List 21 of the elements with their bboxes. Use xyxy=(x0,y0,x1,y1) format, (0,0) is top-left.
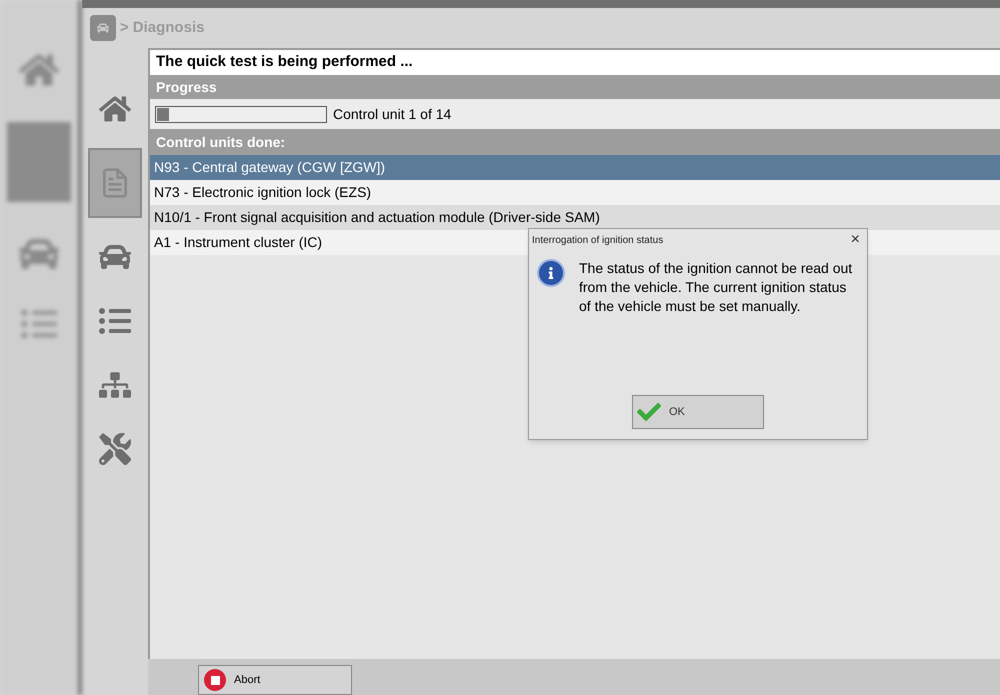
abort-button[interactable]: Abort xyxy=(198,665,352,695)
tools-icon xyxy=(99,433,131,465)
panel-title: The quick test is being performed ... xyxy=(150,50,1000,75)
app-logo-icon xyxy=(90,15,116,41)
info-icon xyxy=(537,259,565,287)
breadcrumb-separator: > xyxy=(120,18,129,38)
dialog-message: The status of the ignition cannot be read out from the vehicle. The current ignition status of the vehicle must be set manually. xyxy=(579,259,854,316)
tree-icon xyxy=(99,369,131,401)
close-button[interactable]: × xyxy=(846,232,864,248)
dialog-title: Interrogation of ignition status xyxy=(532,234,664,248)
control-unit-row[interactable]: N73 - Electronic ignition lock (EZS) xyxy=(150,180,1000,205)
check-icon xyxy=(637,400,661,424)
progress-reading: Control unit 1 of 14 xyxy=(333,104,452,124)
ok-button[interactable]: OK xyxy=(632,395,764,429)
list-icon xyxy=(99,305,131,337)
stop-icon xyxy=(204,669,226,691)
control-unit-row[interactable]: N93 - Central gateway (CGW [ZGW]) xyxy=(150,155,1000,180)
done-heading: Control units done: xyxy=(150,129,1000,155)
progress-heading: Progress xyxy=(150,75,1000,99)
control-unit-row[interactable]: N10/1 - Front signal acquisition and actuation module (Driver-side SAM) xyxy=(150,205,1000,230)
breadcrumb-title: Diagnosis xyxy=(132,18,204,38)
